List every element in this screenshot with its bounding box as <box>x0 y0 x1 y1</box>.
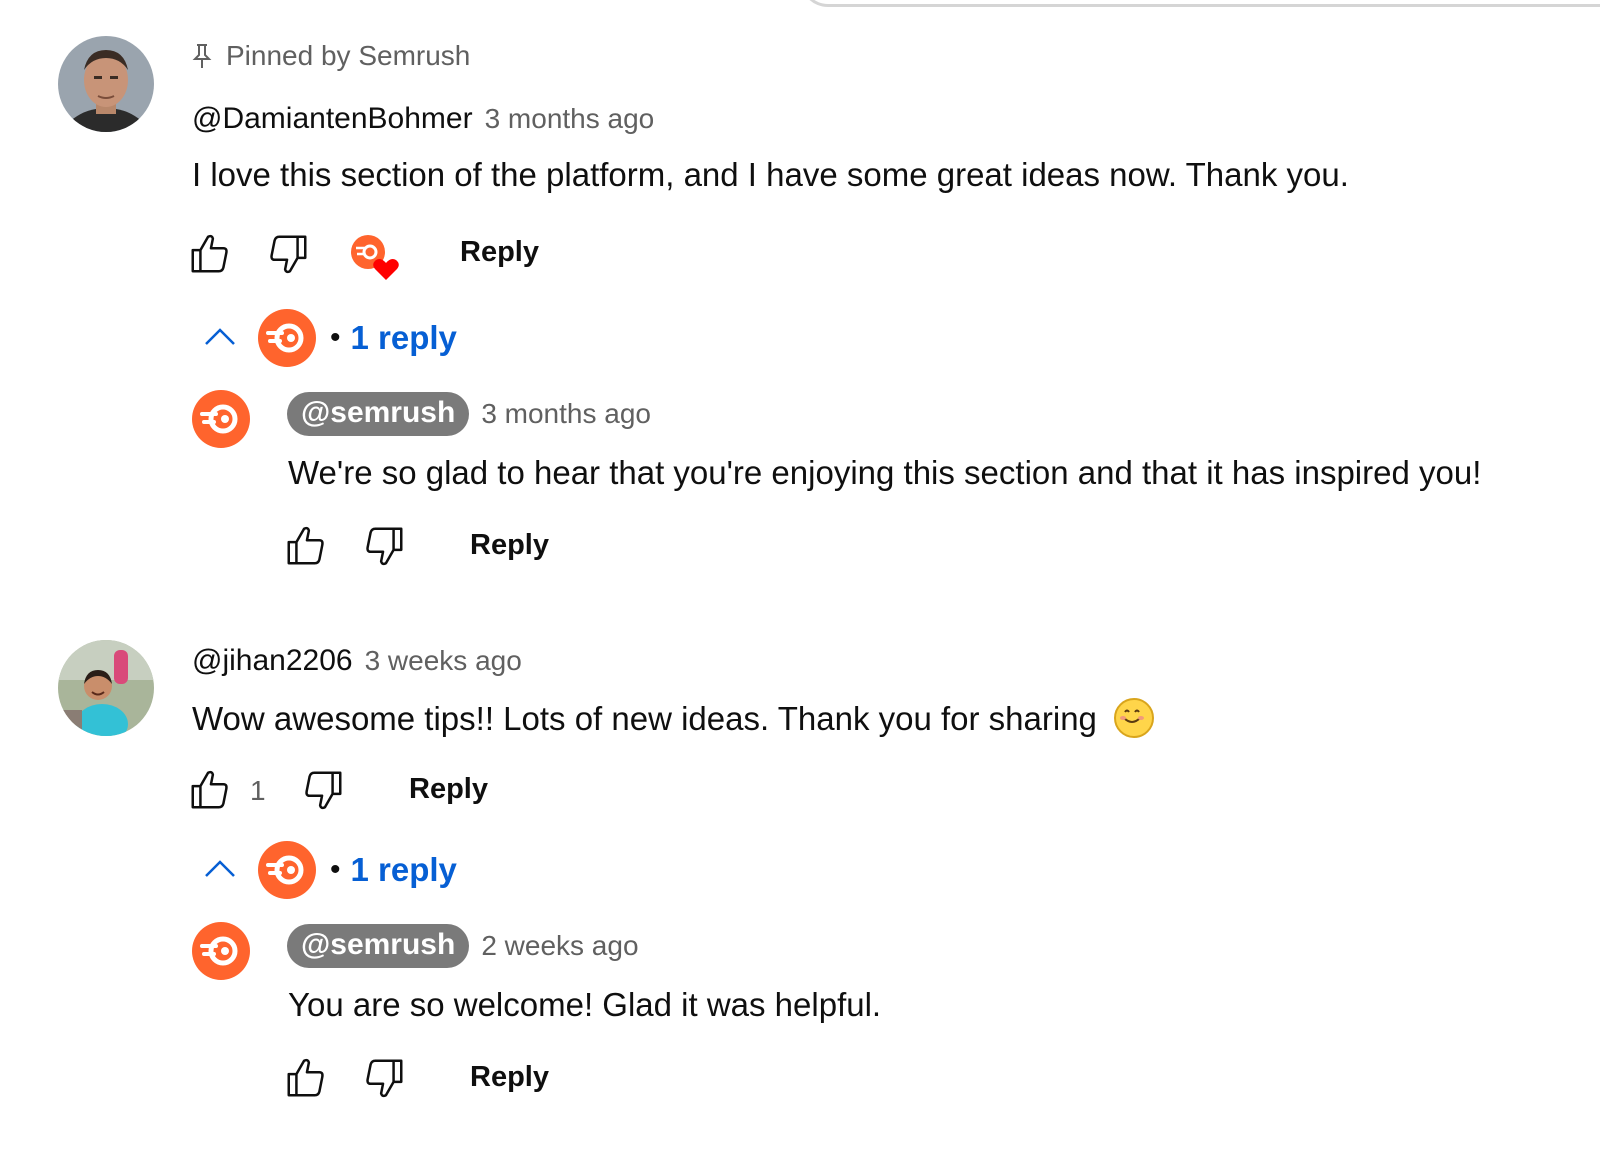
thumbs-down-icon <box>270 235 307 274</box>
dislike-button[interactable] <box>262 228 314 280</box>
comment-text: I love this section of the platform, and… <box>192 156 1349 193</box>
comment-header: @DamiantenBohmer 3 months ago <box>192 102 654 136</box>
separator-dot: • <box>330 853 341 886</box>
comment-text-content: Wow awesome tips!! Lots of new ideas. Th… <box>192 700 1097 737</box>
reply-timestamp[interactable]: 3 months ago <box>481 398 651 430</box>
dislike-button[interactable] <box>297 764 349 816</box>
comment-header: @jihan2206 3 weeks ago <box>192 644 522 678</box>
reply-button[interactable]: Reply <box>470 1061 549 1094</box>
reply-text: You are so welcome! Glad it was helpful. <box>288 986 882 1023</box>
creator-author-chip[interactable]: @semrush <box>287 924 470 968</box>
replies-count-label[interactable]: 1 reply <box>351 319 457 357</box>
thumbs-down-icon <box>305 771 342 810</box>
comment-timestamp[interactable]: 3 weeks ago <box>365 645 522 677</box>
semrush-logo[interactable] <box>192 390 250 448</box>
avatar[interactable] <box>58 36 154 132</box>
pinned-label: Pinned by Semrush <box>226 40 471 71</box>
reply-button[interactable]: Reply <box>460 236 539 269</box>
separator-dot: • <box>330 321 341 354</box>
like-button[interactable] <box>184 764 236 816</box>
semrush-logo <box>258 841 316 899</box>
smiling-face-emoji-icon <box>1114 698 1155 738</box>
thumbs-up-icon <box>287 1058 324 1097</box>
chevron-up-icon <box>205 328 235 345</box>
like-button[interactable] <box>280 520 332 572</box>
thumbs-up-icon <box>191 770 228 809</box>
like-button[interactable] <box>280 1052 332 1104</box>
dislike-button[interactable] <box>358 1052 410 1104</box>
reply-header: @semrush 2 weeks ago <box>287 924 639 968</box>
avatar[interactable] <box>58 640 154 736</box>
replies-toggle[interactable]: • 1 reply <box>200 308 457 368</box>
thumbs-down-icon <box>366 1059 403 1098</box>
reply-timestamp[interactable]: 2 weeks ago <box>481 930 638 962</box>
dislike-button[interactable] <box>358 520 410 572</box>
reply-header: @semrush 3 months ago <box>287 392 651 436</box>
creator-heart-badge[interactable] <box>348 232 404 284</box>
pin-icon <box>192 44 212 68</box>
chevron-up-icon <box>205 860 235 877</box>
semrush-logo[interactable] <box>192 922 250 980</box>
comment-author[interactable]: @jihan2206 <box>192 644 353 678</box>
pinned-badge: Pinned by Semrush <box>192 40 470 72</box>
comment-timestamp[interactable]: 3 months ago <box>485 103 655 135</box>
comment-text: Wow awesome tips!! Lots of new ideas. Th… <box>192 698 1155 738</box>
thumbs-up-icon <box>287 526 324 565</box>
creator-author-chip[interactable]: @semrush <box>287 392 470 436</box>
comment-author[interactable]: @DamiantenBohmer <box>192 102 473 136</box>
thumbs-up-icon <box>191 234 228 273</box>
like-count: 1 <box>250 775 266 806</box>
creator-heart-icon <box>351 235 399 280</box>
thumbs-down-icon <box>366 527 403 566</box>
like-button[interactable] <box>184 228 236 280</box>
replies-count-label[interactable]: 1 reply <box>351 851 457 889</box>
replies-toggle[interactable]: • 1 reply <box>200 840 457 900</box>
semrush-logo <box>258 309 316 367</box>
reply-button[interactable]: Reply <box>470 529 549 562</box>
top-container-border <box>800 0 1600 7</box>
reply-text: We're so glad to hear that you're enjoyi… <box>288 454 1482 491</box>
reply-button[interactable]: Reply <box>409 773 488 806</box>
